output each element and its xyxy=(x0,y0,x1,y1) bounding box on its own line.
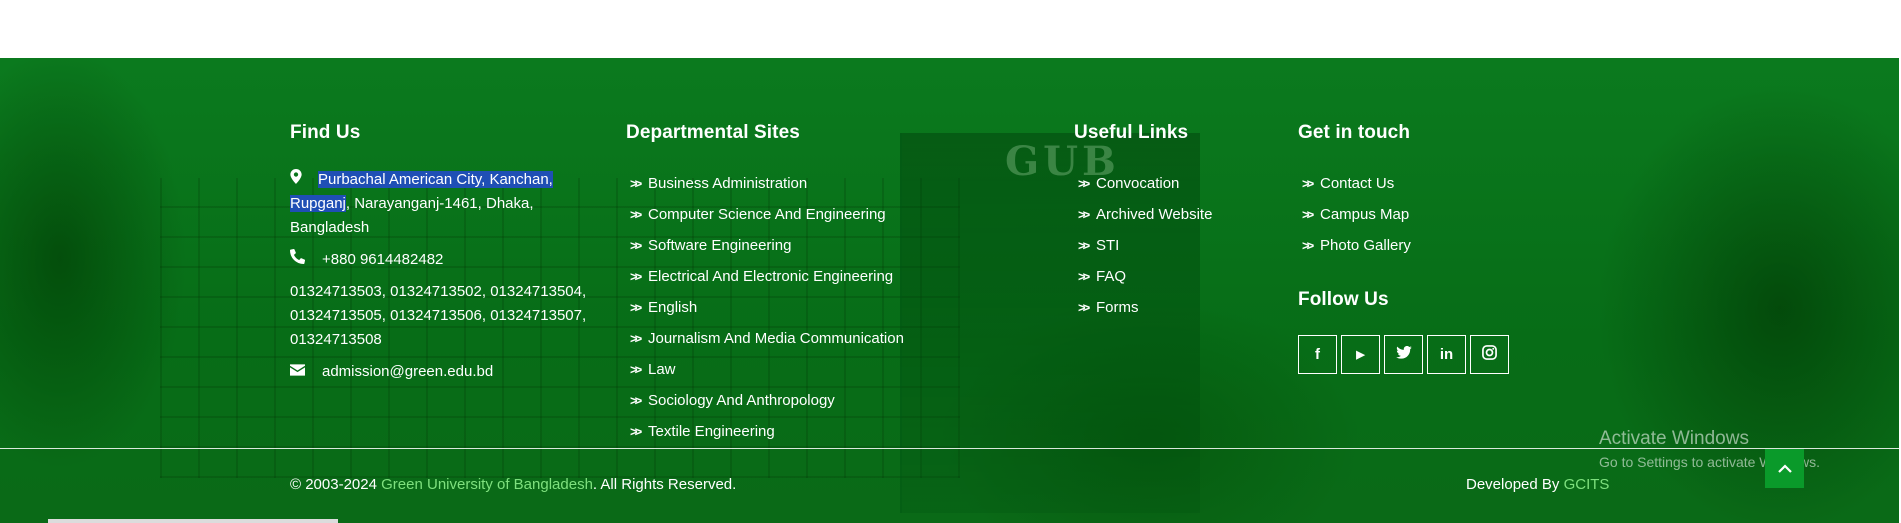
double-chevron-right-icon: >> xyxy=(630,393,642,408)
social-links: f ▶ in xyxy=(1298,335,1558,374)
linkedin-icon: in xyxy=(1439,346,1454,363)
follow-us-title: Follow Us xyxy=(1298,289,1389,310)
dept-link-cse[interactable]: >> Computer Science And Engineering xyxy=(626,199,986,230)
dept-link-law[interactable]: >> Law xyxy=(626,354,986,385)
email-link[interactable]: admission@green.edu.bd xyxy=(322,360,493,384)
phone-number[interactable]: +880 9614482482 xyxy=(322,248,443,272)
dept-link-english[interactable]: >> English xyxy=(626,292,986,323)
phone-icon xyxy=(289,248,322,272)
email-row: admission@green.edu.bd xyxy=(290,360,600,384)
dept-link-journalism[interactable]: >> Journalism And Media Communication xyxy=(626,323,986,354)
dept-link-textile[interactable]: >> Textile Engineering xyxy=(626,416,986,447)
developer-link[interactable]: GCITS xyxy=(1564,476,1610,493)
double-chevron-right-icon: >> xyxy=(1078,176,1090,191)
horizontal-scrollbar[interactable] xyxy=(48,519,338,523)
double-chevron-right-icon: >> xyxy=(1078,238,1090,253)
double-chevron-right-icon: >> xyxy=(1302,207,1314,222)
page-top-area xyxy=(0,0,1901,58)
copyright: © 2003-2024 Green University of Banglade… xyxy=(290,476,737,493)
touch-link-photo-gallery[interactable]: >> Photo Gallery xyxy=(1298,230,1558,261)
activate-windows-title: Activate Windows xyxy=(1599,428,1749,449)
useful-links: >> Convocation >> Archived Website >> STI >… xyxy=(1074,168,1274,323)
double-chevron-right-icon: >> xyxy=(630,362,642,377)
useful-link-sti[interactable]: >> STI xyxy=(1074,230,1274,261)
twitter-button[interactable] xyxy=(1384,335,1423,374)
double-chevron-right-icon: >> xyxy=(1302,238,1314,253)
touch-link-contact[interactable]: >> Contact Us xyxy=(1298,168,1558,199)
dept-link-software[interactable]: >> Software Engineering xyxy=(626,230,986,261)
facebook-button[interactable]: f xyxy=(1298,335,1337,374)
useful-link-faq[interactable]: >> FAQ xyxy=(1074,261,1274,292)
youtube-button[interactable]: ▶ xyxy=(1341,335,1380,374)
developed-by: Developed By GCITS xyxy=(1466,476,1610,493)
double-chevron-right-icon: >> xyxy=(630,424,642,439)
double-chevron-right-icon: >> xyxy=(630,331,642,346)
departmental-links: >> Business Administration >> Computer Sci… xyxy=(626,168,986,447)
double-chevron-right-icon: >> xyxy=(630,300,642,315)
linkedin-button[interactable]: in xyxy=(1427,335,1466,374)
university-link[interactable]: Green University of Bangladesh xyxy=(381,476,593,493)
double-chevron-right-icon: >> xyxy=(1302,176,1314,191)
touch-links: >> Contact Us >> Campus Map >> Photo Galler… xyxy=(1298,168,1558,261)
dept-link-business[interactable]: >> Business Administration xyxy=(626,168,986,199)
find-us-title: Find Us xyxy=(290,122,361,143)
double-chevron-right-icon: >> xyxy=(630,176,642,191)
useful-links-column: Useful Links >> Convocation >> Archived We… xyxy=(1074,122,1274,323)
dept-link-eee[interactable]: >> Electrical And Electronic Engineering xyxy=(626,261,986,292)
useful-link-forms[interactable]: >> Forms xyxy=(1074,292,1274,323)
double-chevron-right-icon: >> xyxy=(630,238,642,253)
envelope-icon xyxy=(290,360,322,384)
useful-links-title: Useful Links xyxy=(1074,122,1189,143)
find-us-column: Find Us Purbachal American City, Kanchan… xyxy=(289,122,600,392)
useful-link-convocation[interactable]: >> Convocation xyxy=(1074,168,1274,199)
get-in-touch-title: Get in touch xyxy=(1298,122,1411,143)
instagram-button[interactable] xyxy=(1470,335,1509,374)
chevron-up-icon xyxy=(1777,460,1792,478)
double-chevron-right-icon: >> xyxy=(630,269,642,284)
touch-link-campus-map[interactable]: >> Campus Map xyxy=(1298,199,1558,230)
double-chevron-right-icon: >> xyxy=(1078,269,1090,284)
useful-link-archived[interactable]: >> Archived Website xyxy=(1074,199,1274,230)
double-chevron-right-icon: >> xyxy=(1078,207,1090,222)
facebook-icon: f xyxy=(1315,346,1320,363)
get-in-touch-column: Get in touch >> Contact Us >> Campus Map >… xyxy=(1298,122,1558,374)
youtube-icon: ▶ xyxy=(1356,349,1365,361)
departmental-sites-title: Departmental Sites xyxy=(626,122,800,143)
double-chevron-right-icon: >> xyxy=(630,207,642,222)
twitter-icon xyxy=(1395,345,1412,363)
departmental-sites-column: Departmental Sites >> Business Administra… xyxy=(626,122,986,447)
mobile-numbers: 01324713503, 01324713502, 01324713504, 0… xyxy=(290,283,587,348)
phone-row: +880 9614482482 xyxy=(289,248,600,272)
address-text: Purbachal American City, Kanchan, Rupgan… xyxy=(290,168,600,240)
scroll-to-top-button[interactable] xyxy=(1765,449,1804,488)
double-chevron-right-icon: >> xyxy=(1078,300,1090,315)
dept-link-sociology[interactable]: >> Sociology And Anthropology xyxy=(626,385,986,416)
instagram-icon xyxy=(1482,345,1497,364)
